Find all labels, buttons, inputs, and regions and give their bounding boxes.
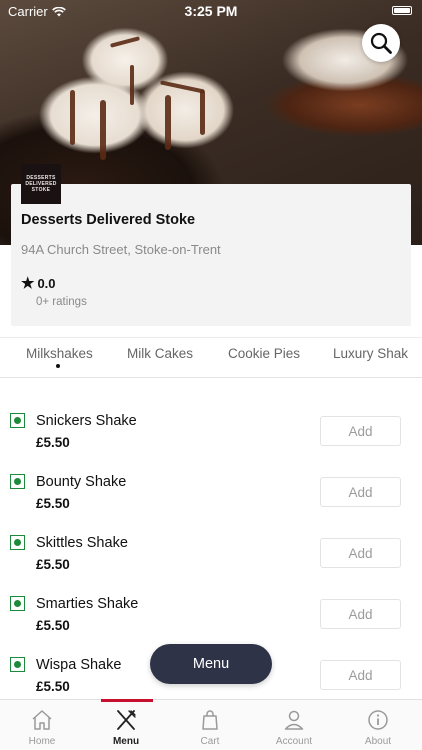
- veg-icon: [10, 413, 25, 428]
- nav-cart[interactable]: Cart: [168, 700, 252, 750]
- store-name: Desserts Delivered Stoke: [21, 212, 196, 228]
- item-name: Smarties Shake: [36, 596, 139, 612]
- nav-home[interactable]: Home: [0, 700, 84, 750]
- star-icon: ★: [21, 275, 35, 292]
- add-button[interactable]: Add: [320, 416, 401, 446]
- cutlery-icon: [117, 710, 136, 730]
- home-icon: [32, 710, 52, 730]
- store-rating: ★ 0.0: [21, 276, 56, 291]
- status-time: 3:25 PM: [184, 3, 238, 19]
- item-price: £5.50: [36, 618, 70, 633]
- item-price: £5.50: [36, 557, 70, 572]
- status-bar: Carrier 3:25 PM: [0, 0, 422, 22]
- nav-label: About: [364, 736, 392, 747]
- store-logo: DESSERTS DELIVERED STOKE: [21, 164, 61, 204]
- item-name: Bounty Shake: [36, 474, 127, 490]
- add-button[interactable]: Add: [320, 538, 401, 568]
- item-price: £5.50: [36, 435, 70, 450]
- nav-account[interactable]: Account: [252, 700, 336, 750]
- tab-milk-cakes[interactable]: Milk Cakes: [127, 346, 193, 361]
- menu-item: Bounty Shake £5.50 Add: [0, 472, 422, 533]
- search-icon: [370, 32, 392, 54]
- search-button[interactable]: [362, 24, 400, 62]
- menu-item: Snickers Shake £5.50 Add: [0, 411, 422, 472]
- tab-milkshakes[interactable]: Milkshakes: [26, 346, 93, 361]
- rating-count: 0+ ratings: [36, 296, 87, 308]
- nav-label: Cart: [200, 736, 220, 747]
- menu-item: Skittles Shake £5.50 Add: [0, 533, 422, 594]
- item-price: £5.50: [36, 496, 70, 511]
- tab-cookie-pies[interactable]: Cookie Pies: [228, 346, 300, 361]
- nav-label: Account: [275, 736, 313, 747]
- item-name: Snickers Shake: [36, 413, 137, 429]
- nav-label: Home: [28, 736, 56, 747]
- bag-icon: [202, 710, 218, 730]
- item-price: £5.50: [36, 679, 70, 694]
- active-tab-indicator: [56, 364, 60, 368]
- add-button[interactable]: Add: [320, 599, 401, 629]
- bottom-nav: Home Menu Cart Account About: [0, 699, 422, 750]
- veg-icon: [10, 535, 25, 550]
- store-address: 94A Church Street, Stoke-on-Trent: [21, 242, 221, 257]
- floating-menu-button[interactable]: Menu: [150, 644, 272, 684]
- tab-luxury-shakes[interactable]: Luxury Shak: [333, 346, 408, 361]
- add-button[interactable]: Add: [320, 477, 401, 507]
- veg-icon: [10, 474, 25, 489]
- category-tabs: Milkshakes Milk Cakes Cookie Pies Luxury…: [0, 337, 422, 378]
- battery-icon: [392, 6, 412, 15]
- nav-about[interactable]: About: [336, 700, 420, 750]
- add-button[interactable]: Add: [320, 660, 401, 690]
- nav-menu[interactable]: Menu: [84, 700, 168, 750]
- item-name: Wispa Shake: [36, 657, 122, 673]
- user-icon: [284, 710, 304, 730]
- item-name: Skittles Shake: [36, 535, 128, 551]
- info-icon: [368, 710, 388, 730]
- nav-label: Menu: [112, 736, 140, 747]
- veg-icon: [10, 596, 25, 611]
- rating-value: 0.0: [37, 276, 56, 291]
- veg-icon: [10, 657, 25, 672]
